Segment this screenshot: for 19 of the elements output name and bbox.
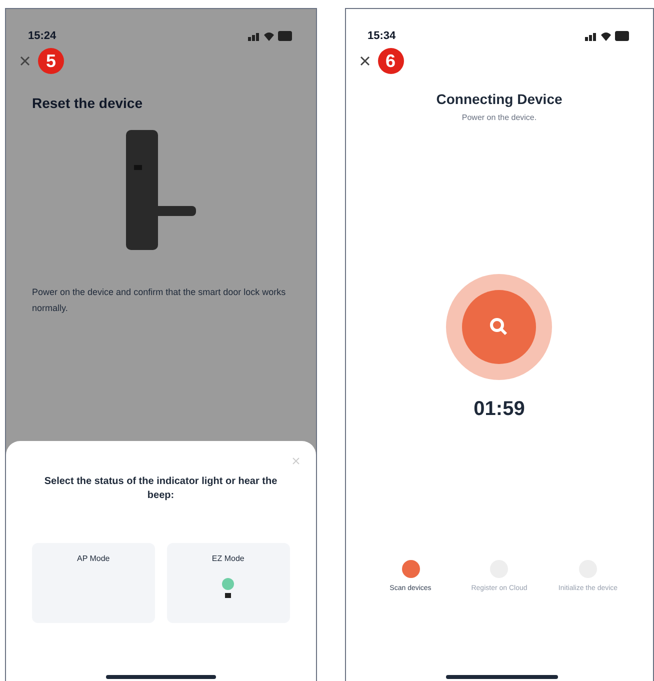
screen-title: Reset the device [31, 94, 144, 113]
search-icon [489, 317, 510, 337]
screen-title: Connecting Device [435, 90, 564, 109]
status-icons [585, 30, 631, 42]
close-button[interactable] [358, 54, 372, 68]
screen-subtitle: Power on the device. [460, 112, 538, 124]
step-badge: 6 [378, 48, 404, 74]
lightbulb-icon [221, 577, 236, 599]
countdown-timer: 01:59 [472, 397, 526, 422]
close-icon [360, 56, 370, 66]
sheet-title: Select the status of the indicator light or hear the beep: [43, 475, 278, 503]
instruction-text: Power on the device and confirm that the smart door lock works normally. [31, 286, 287, 315]
close-icon [20, 56, 30, 66]
status-icons [248, 30, 294, 42]
step-badge: 5 [38, 48, 64, 74]
mode-card[interactable]: EZ Mode [166, 543, 290, 623]
mode-card[interactable]: AP Mode [32, 543, 155, 623]
status-time: 15:24 [28, 28, 56, 44]
status-time: 15:34 [368, 28, 396, 44]
